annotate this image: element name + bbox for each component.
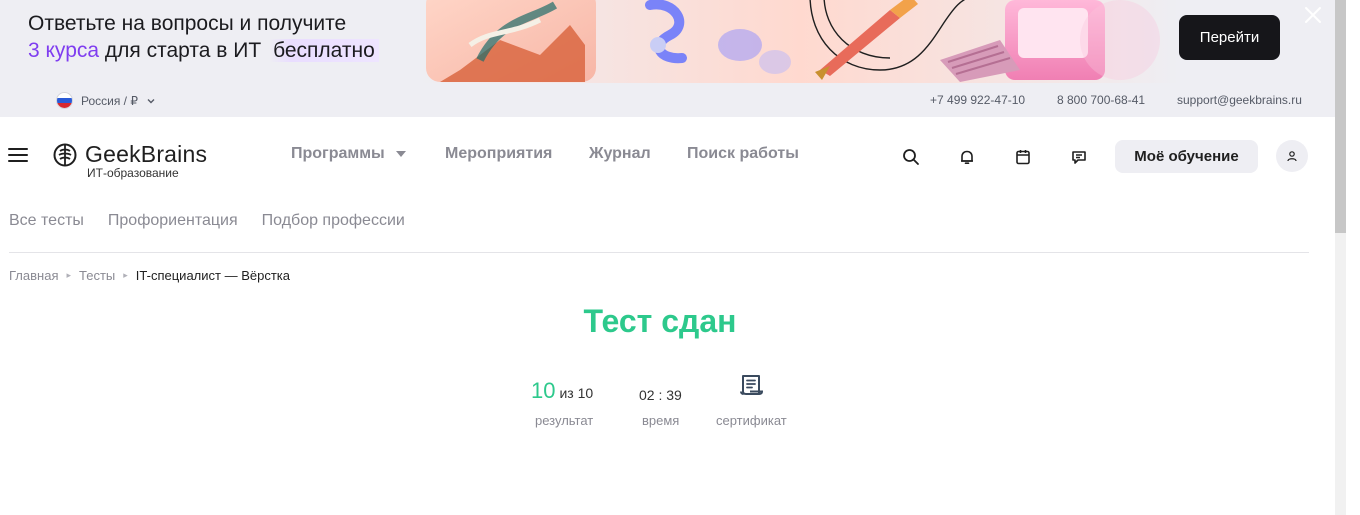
user-avatar[interactable] bbox=[1276, 140, 1308, 172]
subnav-profession-match[interactable]: Подбор профессии bbox=[262, 212, 405, 230]
certificate-icon[interactable] bbox=[738, 372, 766, 400]
banner-highlight: бесплатно bbox=[269, 39, 379, 62]
banner-text: Ответьте на вопросы и получите 3 курса д… bbox=[28, 10, 379, 64]
russia-flag-icon bbox=[56, 92, 73, 109]
nav-journal[interactable]: Журнал bbox=[589, 145, 651, 163]
user-icon bbox=[1287, 151, 1297, 162]
subnav-career-guidance[interactable]: Профориентация bbox=[108, 212, 238, 230]
top-info-bar: Россия / ₽ +7 499 922-47-10 8 800 700-68… bbox=[0, 83, 1335, 117]
chevron-down-icon bbox=[147, 98, 155, 103]
phone-link-1[interactable]: +7 499 922-47-10 bbox=[930, 93, 1025, 107]
banner-line2: 3 курса для старта в ИТ бесплатно bbox=[28, 37, 379, 64]
chat-icon[interactable] bbox=[1070, 148, 1088, 166]
score-total: из 10 bbox=[559, 385, 594, 401]
scrollbar-gutter bbox=[1346, 0, 1360, 515]
score-number: 10 bbox=[531, 378, 556, 403]
promo-banner[interactable]: Ответьте на вопросы и получите 3 курса д… bbox=[0, 0, 1335, 83]
my-learning-button[interactable]: Моё обучение bbox=[1115, 140, 1258, 173]
menu-icon[interactable] bbox=[8, 148, 28, 162]
email-link[interactable]: support@geekbrains.ru bbox=[1177, 93, 1302, 107]
subnav-all-tests[interactable]: Все тесты bbox=[9, 212, 84, 230]
site-header: GeekBrains ИТ-образование Программы Меро… bbox=[0, 117, 1335, 193]
breadcrumb-tests[interactable]: Тесты bbox=[79, 268, 115, 283]
calendar-icon[interactable] bbox=[1014, 148, 1032, 166]
breadcrumb-home[interactable]: Главная bbox=[9, 268, 58, 283]
nav-programs[interactable]: Программы bbox=[291, 145, 407, 163]
phone-link-2[interactable]: 8 800 700-68-41 bbox=[1057, 93, 1145, 107]
breadcrumb: Главная ▸ Тесты ▸ IT-специалист — Вёрстк… bbox=[9, 268, 290, 283]
close-icon[interactable] bbox=[1302, 4, 1324, 26]
certificate-caption: сертификат bbox=[716, 413, 787, 428]
divider bbox=[9, 252, 1309, 253]
search-icon[interactable] bbox=[902, 148, 920, 166]
logo[interactable]: GeekBrains bbox=[53, 141, 207, 168]
nav-jobs-label: Поиск работы bbox=[687, 145, 799, 162]
time-value: 02 : 39 bbox=[639, 387, 682, 403]
banner-accent: 3 курса bbox=[28, 39, 100, 62]
tests-subnav: Все тесты Профориентация Подбор професси… bbox=[9, 212, 405, 230]
page: Ответьте на вопросы и получите 3 курса д… bbox=[0, 0, 1360, 515]
nav-events-label: Мероприятия bbox=[445, 145, 553, 162]
breadcrumb-separator: ▸ bbox=[123, 270, 128, 280]
banner-illustration bbox=[420, 0, 1180, 83]
region-label: Россия / ₽ bbox=[81, 93, 138, 108]
nav-events[interactable]: Мероприятия bbox=[445, 145, 552, 163]
go-button[interactable]: Перейти bbox=[1179, 15, 1280, 60]
region-selector[interactable]: Россия / ₽ bbox=[56, 92, 156, 109]
nav-programs-label: Программы bbox=[291, 145, 385, 162]
score-value: 10 из 10 bbox=[531, 378, 593, 404]
bell-icon[interactable] bbox=[958, 148, 976, 166]
score-caption: результат bbox=[535, 413, 594, 428]
nav-jobs[interactable]: Поиск работы bbox=[687, 145, 799, 163]
result-title: Тест сдан bbox=[583, 303, 737, 339]
logo-text: GeekBrains bbox=[85, 141, 208, 167]
banner-line1: Ответьте на вопросы и получите bbox=[28, 12, 347, 35]
breadcrumb-current: IT-специалист — Вёрстка bbox=[135, 268, 290, 283]
chevron-down-icon bbox=[395, 151, 406, 157]
banner-line2-mid: для старта в ИТ bbox=[104, 39, 262, 62]
time-caption: время bbox=[642, 413, 680, 428]
breadcrumb-separator: ▸ bbox=[66, 270, 72, 280]
logo-subtitle: ИТ-образование bbox=[87, 166, 179, 180]
scrollbar-thumb[interactable] bbox=[1335, 0, 1346, 233]
nav-journal-label: Журнал bbox=[589, 145, 651, 162]
logo-brain-icon bbox=[53, 143, 77, 166]
